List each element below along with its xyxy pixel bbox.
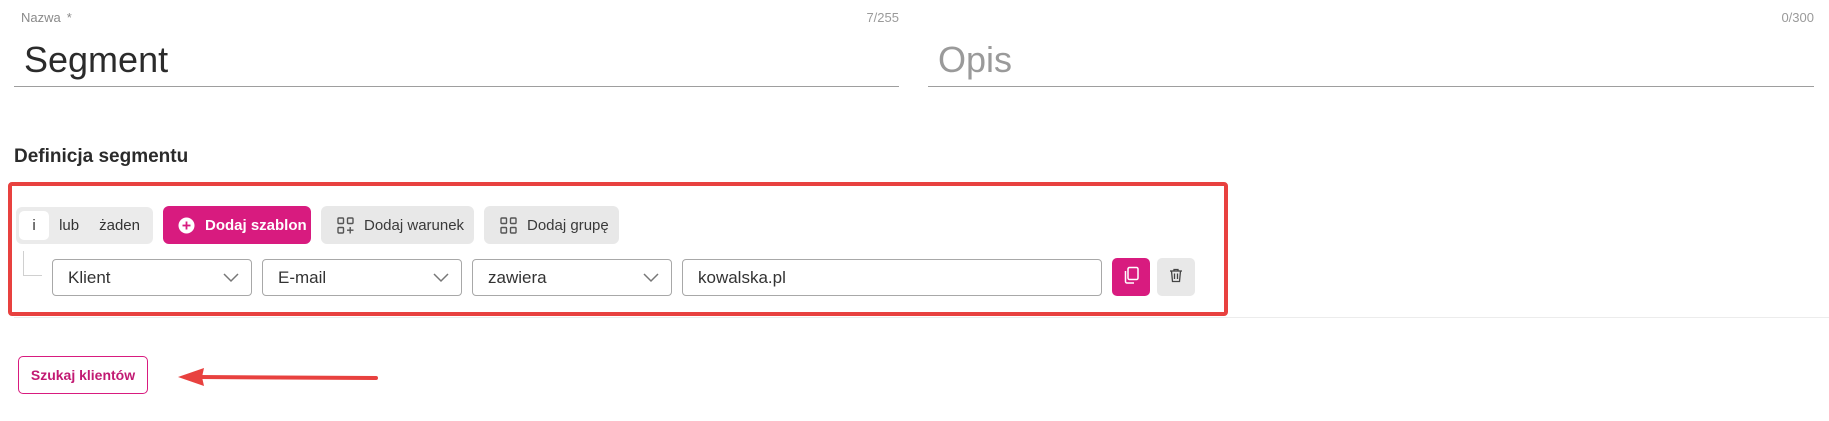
annotation-highlight-box [8,182,1228,316]
annotation-arrow [176,365,382,394]
description-underline [928,86,1814,87]
name-field[interactable]: Nazwa * 7/255 Segment [14,0,899,88]
search-clients-button[interactable]: Szukaj klientów [18,356,148,394]
section-title: Definicja segmentu [14,146,189,167]
name-input[interactable]: Segment [24,38,168,82]
name-label: Nazwa * [21,10,72,25]
description-input[interactable]: Opis [938,38,1012,82]
name-label-text: Nazwa [21,10,61,25]
description-char-counter: 0/300 [1781,10,1814,25]
name-underline [14,86,899,87]
description-field[interactable]: 0/300 Opis [928,0,1814,88]
name-char-counter: 7/255 [866,10,899,25]
section-divider [14,317,1829,318]
required-mark: * [66,10,72,25]
